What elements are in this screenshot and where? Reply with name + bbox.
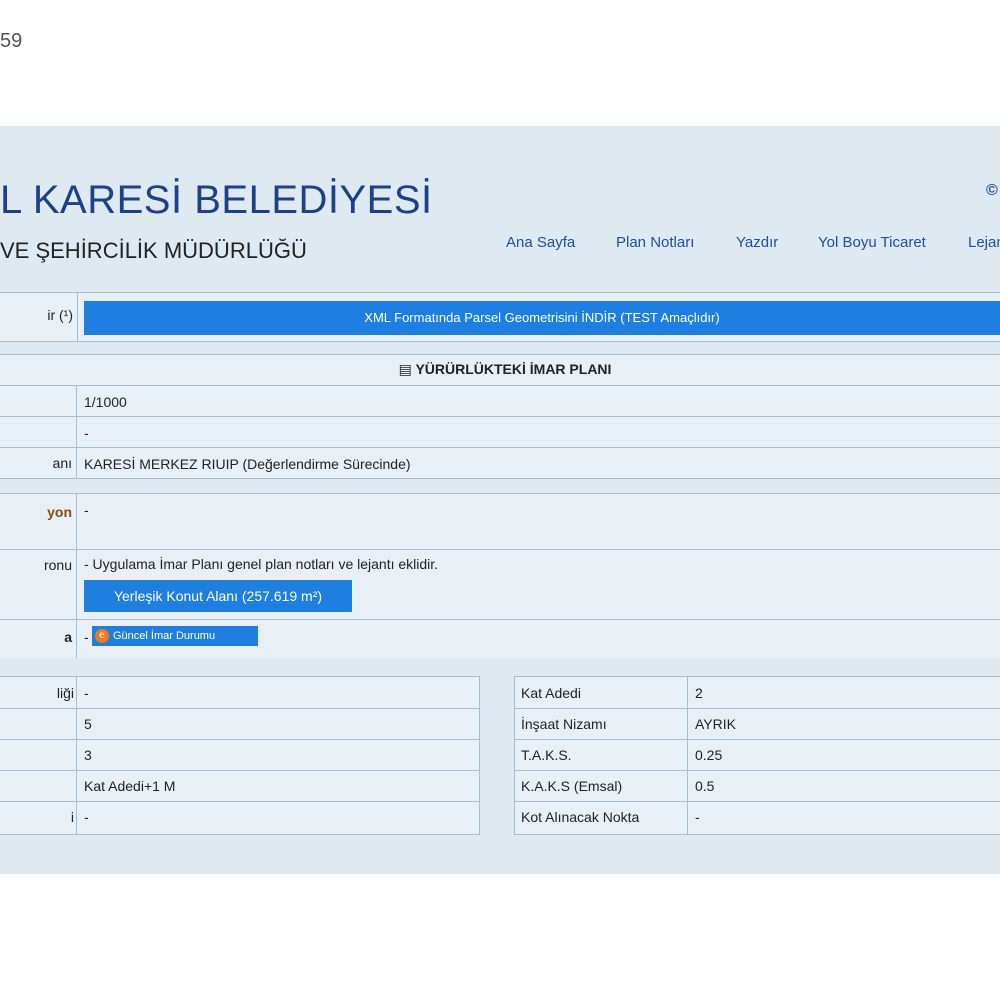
status-row: a - e Güncel İmar Durumu [0,619,1000,658]
table-row: i - [0,801,479,832]
plan-name-value: KARESİ MERKEZ RIUIP (Değerlendirme Sürec… [84,456,411,472]
table-value: 3 [84,747,92,763]
nav-print[interactable]: Yazdır [736,234,778,251]
plan-section-header: ▤ YÜRÜRLÜKTEKİ İMAR PLANI [0,355,1000,385]
plan-row-value: - [84,425,89,441]
table-row: 3 [0,739,479,771]
floor-count-label: Kat Adedi [521,685,581,701]
left-attributes-table: liği - 5 3 Kat Adedi+1 M i - [0,676,480,835]
construction-order-label: İnşaat Nizamı [521,716,607,732]
page-title: L KARESİ BELEDİYESİ [0,178,433,222]
plan-scale-value: 1/1000 [84,394,127,410]
kaks-value: 0.5 [695,778,715,794]
residential-zone-button[interactable]: Yerleşik Konut Alanı (257.619 m²) [84,580,352,612]
taks-label: T.A.K.S. [521,747,572,763]
status-label: a [64,629,72,645]
municipality-panel: L KARESİ BELEDİYESİ VE ŞEHİRCİLİK MÜDÜRL… [0,126,1000,874]
plan-section: ▤ YÜRÜRLÜKTEKİ İMAR PLANI 1/1000 - anı K… [0,354,1000,658]
plan-row: anı KARESİ MERKEZ RIUIP (Değerlendirme S… [0,447,1000,479]
table-label: i [70,809,74,825]
table-row: 5 [0,708,479,740]
construction-order-value: AYRIK [695,716,736,732]
function-row: yon - [0,493,1000,550]
floor-count-value: 2 [695,685,703,701]
table-value: Kat Adedi+1 M [84,778,176,794]
document-icon: ▤ [398,361,412,377]
zone-label: ronu [43,557,72,573]
corner-label: 59 [0,30,23,52]
kaks-label: K.A.K.S (Emsal) [521,778,623,794]
zone-row: ronu - Uygulama İmar Planı genel plan no… [0,549,1000,620]
nav-legend[interactable]: Lejan [968,234,1000,251]
download-xml-button[interactable]: XML Formatında Parsel Geometrisini İNDİR… [84,301,1000,335]
table-row: Kot Alınacak Nokta - [515,801,1000,832]
spacer-row [0,478,1000,494]
plan-section-title: YÜRÜRLÜKTEKİ İMAR PLANI [415,361,612,377]
info-icon: e [95,629,109,644]
table-value: - [84,809,89,825]
elevation-point-label: Kot Alınacak Nokta [521,809,640,825]
status-prefix: - [84,629,89,645]
nav-home[interactable]: Ana Sayfa [506,234,575,251]
elevation-point-value: - [695,809,700,825]
function-label: yon [47,504,72,520]
table-row: K.A.K.S (Emsal) 0.5 [515,770,1000,802]
nav-road-commerce[interactable]: Yol Boyu Ticaret [818,234,926,251]
status-button-label: Güncel İmar Durumu [113,630,216,642]
download-label: ir (¹) [0,293,78,341]
copyright-icon: © [986,182,998,199]
table-row: T.A.K.S. 0.25 [515,739,1000,771]
plan-row: - [0,416,1000,448]
function-value: - [84,502,89,518]
table-row: İnşaat Nizamı AYRIK [515,708,1000,740]
right-attributes-table: Kat Adedi 2 İnşaat Nizamı AYRIK T.A.K.S.… [514,676,1000,835]
table-row: Kat Adedi 2 [515,677,1000,709]
taks-value: 0.25 [695,747,723,763]
table-row: Kat Adedi+1 M [0,770,479,802]
table-label: liği [56,685,74,701]
table-value: - [84,685,89,701]
nav-plan-notes[interactable]: Plan Notları [616,234,694,251]
download-row: ir (¹) XML Formatında Parsel Geometrisin… [0,292,1000,342]
top-nav: Ana Sayfa Plan Notları Yazdır Yol Boyu T… [0,234,1000,258]
plan-row: 1/1000 [0,385,1000,417]
table-value: 5 [84,716,92,732]
current-zoning-status-button[interactable]: e Güncel İmar Durumu [92,626,258,646]
zone-note: - Uygulama İmar Planı genel plan notları… [84,556,439,572]
table-row: liği - [0,677,479,709]
